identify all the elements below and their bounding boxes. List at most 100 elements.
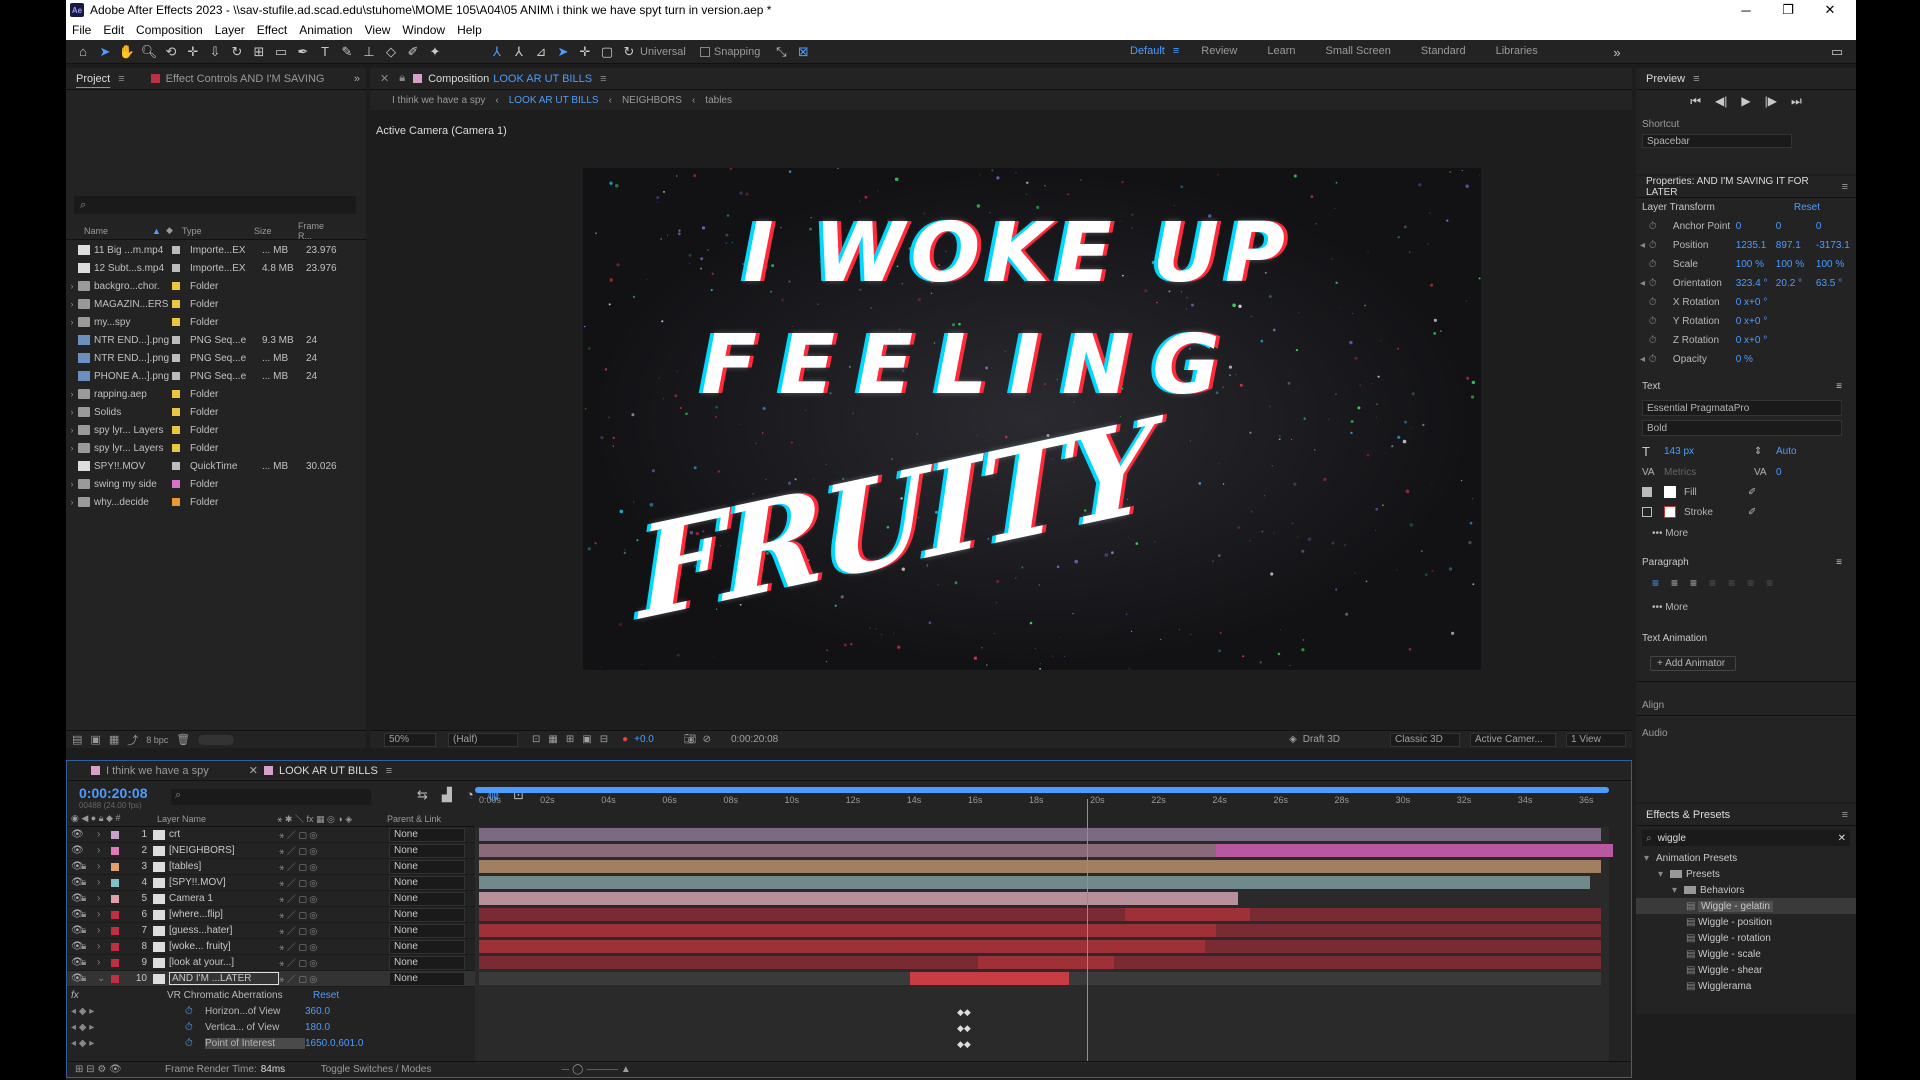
layer-switch-icons[interactable]: ⚹ ／ ▢ ◎: [279, 876, 389, 889]
label-swatch[interactable]: [172, 444, 180, 452]
stroke-swatch[interactable]: [1664, 506, 1676, 518]
label-swatch[interactable]: [172, 246, 180, 254]
color-channels-icon[interactable]: ●: [622, 734, 628, 745]
project-item[interactable]: › spy lyr... Layers Folder: [66, 439, 366, 457]
comp-flowchart-icon[interactable]: ⇆: [417, 787, 428, 803]
layer-active-segment[interactable]: [479, 940, 1205, 953]
parent-dropdown[interactable]: None: [389, 971, 465, 986]
footer-icons[interactable]: ⊞ ⊟ ⚙ 👁︎: [75, 1064, 165, 1075]
stopwatch-icon[interactable]: ⏱: [1649, 354, 1661, 365]
selection-tool-icon[interactable]: ➤: [94, 42, 116, 62]
exposure-value[interactable]: +0.0: [634, 734, 654, 745]
layer-label-swatch[interactable]: [111, 894, 119, 903]
crumb-item[interactable]: NEIGHBORS: [622, 95, 682, 106]
project-item[interactable]: › my...spy Folder: [66, 313, 366, 331]
effects-tree-item[interactable]: ▤ Wiggle - shear: [1636, 962, 1856, 978]
expand-arrow-icon[interactable]: ›: [66, 479, 78, 489]
draft-3d-icon[interactable]: ◈: [1289, 734, 1297, 745]
comp-header-name[interactable]: LOOK AR UT BILLS: [493, 73, 592, 85]
renderer-dropdown[interactable]: Classic 3D: [1390, 732, 1460, 747]
parent-dropdown[interactable]: None: [389, 939, 465, 954]
twirl-icon[interactable]: ›: [97, 877, 111, 888]
stopwatch-icon[interactable]: ⏱: [185, 1038, 205, 1049]
menu-file[interactable]: File: [66, 23, 97, 37]
interpret-footage-icon[interactable]: ▤: [72, 733, 82, 746]
twirl-icon[interactable]: ›: [97, 925, 111, 936]
clear-search-icon[interactable]: ✕: [1838, 833, 1846, 844]
visibility-icon[interactable]: 👁︎: [67, 957, 84, 968]
twirl-icon[interactable]: ›: [97, 845, 111, 856]
layer-switch-icons[interactable]: ⚹ ／ ▢ ◎: [279, 924, 389, 937]
parent-dropdown[interactable]: None: [389, 891, 465, 906]
lock-layer-icon[interactable]: 🔒︎: [81, 861, 97, 872]
visibility-icon[interactable]: 👁︎: [67, 973, 84, 984]
visibility-icon[interactable]: 👁︎: [67, 829, 84, 840]
tracking-value[interactable]: 0: [1776, 467, 1782, 478]
layer-row[interactable]: 👁︎ 🔒︎ › 7 [guess...hater] ⚹ ／ ▢ ◎ None: [67, 923, 475, 939]
stopwatch-icon[interactable]: ⏱: [1649, 278, 1661, 289]
col-framerate[interactable]: Frame R...: [298, 221, 338, 241]
parent-dropdown[interactable]: None: [389, 955, 465, 970]
lock-layer-icon[interactable]: 🔒︎: [81, 909, 97, 920]
new-comp-icon[interactable]: ▦: [109, 733, 119, 746]
keyframe-nav-icon[interactable]: ◂: [1636, 354, 1649, 365]
label-swatch[interactable]: [172, 462, 180, 470]
visibility-icon[interactable]: 👁︎: [67, 893, 84, 904]
twirl-icon[interactable]: ›: [97, 893, 111, 904]
leading-value[interactable]: Auto: [1776, 446, 1797, 457]
effects-tree-item[interactable]: ▾ Animation Presets: [1636, 850, 1856, 866]
paragraph-more-button[interactable]: ••• More: [1636, 594, 1856, 621]
new-folder-icon[interactable]: ▣: [90, 733, 100, 746]
project-item[interactable]: NTR END...].png PNG Seq...e 9.3 MB 24: [66, 331, 366, 349]
layer-label-swatch[interactable]: [111, 926, 119, 935]
project-item[interactable]: 12 Subt...s.mp4 Importe...EX 4.8 MB 23.976: [66, 259, 366, 277]
fill-swatch[interactable]: [1664, 486, 1676, 498]
more-workspaces-icon[interactable]: »: [1606, 42, 1628, 62]
prop-value-1[interactable]: 1235.1: [1736, 240, 1776, 251]
layer-label-swatch[interactable]: [111, 974, 119, 983]
properties-menu-icon[interactable]: ≡: [1842, 181, 1848, 193]
effect-controls-tab[interactable]: Effect Controls AND I'M SAVING: [166, 73, 325, 85]
font-size-value[interactable]: 143 px: [1664, 446, 1754, 457]
axis-view-icon[interactable]: ⊿: [530, 42, 552, 62]
lock-layer-icon[interactable]: 🔒︎: [81, 957, 97, 968]
menu-composition[interactable]: Composition: [130, 23, 209, 37]
twirl-icon[interactable]: ›: [97, 909, 111, 920]
label-swatch[interactable]: [172, 408, 180, 416]
layer-name[interactable]: [guess...hater]: [169, 925, 279, 936]
align-center-icon[interactable]: ≡: [1671, 576, 1678, 590]
layer-label-swatch[interactable]: [111, 846, 119, 855]
label-swatch[interactable]: [172, 498, 180, 506]
audio-section[interactable]: Audio: [1636, 715, 1856, 743]
project-item[interactable]: PHONE A...].png PNG Seq...e ... MB 24: [66, 367, 366, 385]
expand-arrow-icon[interactable]: ›: [66, 443, 78, 453]
stroke-checkbox[interactable]: [1642, 507, 1652, 517]
orbit-tool-icon[interactable]: ⟲: [160, 42, 182, 62]
show-snapshot-icon[interactable]: ⊘: [703, 734, 711, 745]
col-type[interactable]: Type: [182, 226, 254, 236]
project-item[interactable]: › Solids Folder: [66, 403, 366, 421]
rotate-tool-icon[interactable]: ↻: [226, 42, 248, 62]
effects-search-input[interactable]: ⌕ wiggle ✕: [1642, 830, 1850, 846]
lock-layer-icon[interactable]: 🔒︎: [81, 925, 97, 936]
label-swatch[interactable]: [172, 282, 180, 290]
bpc-label[interactable]: 8 bpc: [146, 735, 168, 745]
project-item[interactable]: › why...decide Folder: [66, 493, 366, 511]
label-col-icon[interactable]: ◆: [166, 225, 182, 236]
snap-grid-icon[interactable]: ⊠: [792, 42, 814, 62]
guides-icon[interactable]: ▣: [582, 734, 591, 745]
layer-name[interactable]: crt: [169, 829, 279, 840]
crumb-item[interactable]: I think we have a spy: [392, 95, 485, 106]
layer-name[interactable]: [look at your...]: [169, 957, 279, 968]
stopwatch-icon[interactable]: ⏱: [1649, 316, 1661, 327]
zoom-dropdown[interactable]: 50%: [384, 732, 436, 747]
keyframe-icon[interactable]: ◆◆: [957, 1023, 971, 1034]
effect-name[interactable]: VR Chromatic Aberrations: [167, 990, 313, 1001]
trash-icon[interactable]: 🗑︎: [176, 733, 190, 746]
stroke-eyedropper-icon[interactable]: ✐: [1748, 507, 1756, 518]
effects-tree-item[interactable]: ▾ Behaviors: [1636, 882, 1856, 898]
timeline-menu-icon[interactable]: ≡: [386, 765, 392, 777]
prop-value-3[interactable]: 0: [1816, 221, 1856, 232]
timeline-tracks[interactable]: ◆◆ ◆◆ ◆◆: [475, 827, 1613, 1063]
transform-reset[interactable]: Reset: [1794, 202, 1820, 213]
